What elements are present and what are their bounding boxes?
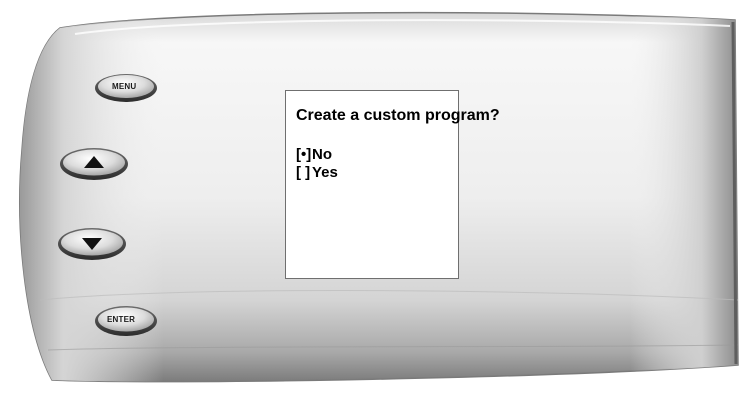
menu-button[interactable]: MENU	[93, 72, 159, 104]
enter-button-shape	[95, 306, 157, 336]
option-no[interactable]: [•] No	[296, 146, 466, 164]
option-no-label: No	[312, 146, 332, 163]
option-yes-radio: [ ]	[296, 164, 311, 181]
enter-button[interactable]: ENTER	[93, 304, 159, 338]
up-arrow-button[interactable]	[58, 146, 130, 182]
triangle-up-icon	[84, 156, 104, 168]
screen-title: Create a custom program?	[296, 107, 500, 124]
screen-content: Create a custom program? [•] No [ ] Yes	[296, 107, 500, 182]
option-yes[interactable]: [ ] Yes	[296, 164, 466, 182]
down-arrow-button[interactable]	[56, 226, 128, 262]
triangle-down-icon	[82, 238, 102, 250]
option-no-radio: [•]	[296, 146, 312, 163]
menu-button-shape	[95, 74, 157, 102]
option-yes-label: Yes	[312, 164, 338, 181]
option-list: [•] No [ ] Yes	[296, 146, 466, 182]
